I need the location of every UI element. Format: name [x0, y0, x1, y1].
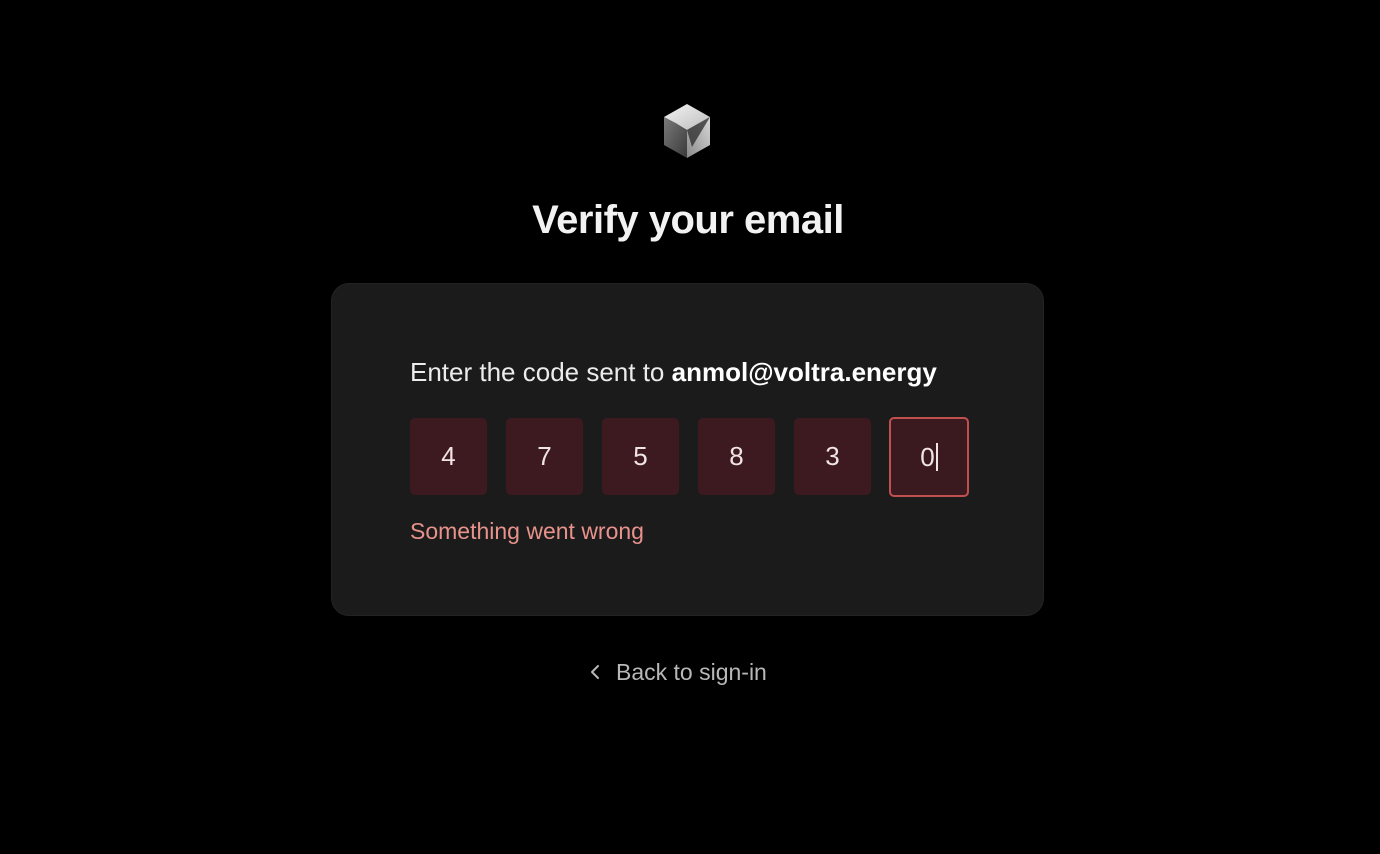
verification-card: Enter the code sent to anmol@voltra.ener… — [331, 283, 1044, 616]
back-link-label: Back to sign-in — [616, 658, 767, 685]
back-to-sign-in-link[interactable]: Back to sign-in — [588, 655, 767, 689]
email-address: anmol@voltra.energy — [671, 357, 937, 387]
text-caret — [935, 443, 938, 472]
chevron-left-icon — [591, 665, 599, 679]
code-digit-5[interactable]: 3 — [794, 418, 871, 495]
code-digit-4[interactable]: 8 — [698, 418, 775, 495]
page-title: Verify your email — [532, 198, 844, 242]
prompt-text: Enter the code sent to — [410, 357, 672, 387]
cube-logo-icon — [664, 104, 710, 158]
verify-email-page: Verify your email Enter the code sent to… — [0, 0, 1380, 854]
code-digit-1[interactable]: 4 — [410, 418, 487, 495]
code-prompt: Enter the code sent to anmol@voltra.ener… — [410, 354, 937, 390]
code-digit-6-value: 0 — [920, 442, 935, 472]
code-digit-2[interactable]: 7 — [506, 418, 583, 495]
code-digit-6[interactable]: 0 — [889, 417, 969, 497]
code-digit-3[interactable]: 5 — [602, 418, 679, 495]
error-message: Something went wrong — [410, 518, 644, 544]
